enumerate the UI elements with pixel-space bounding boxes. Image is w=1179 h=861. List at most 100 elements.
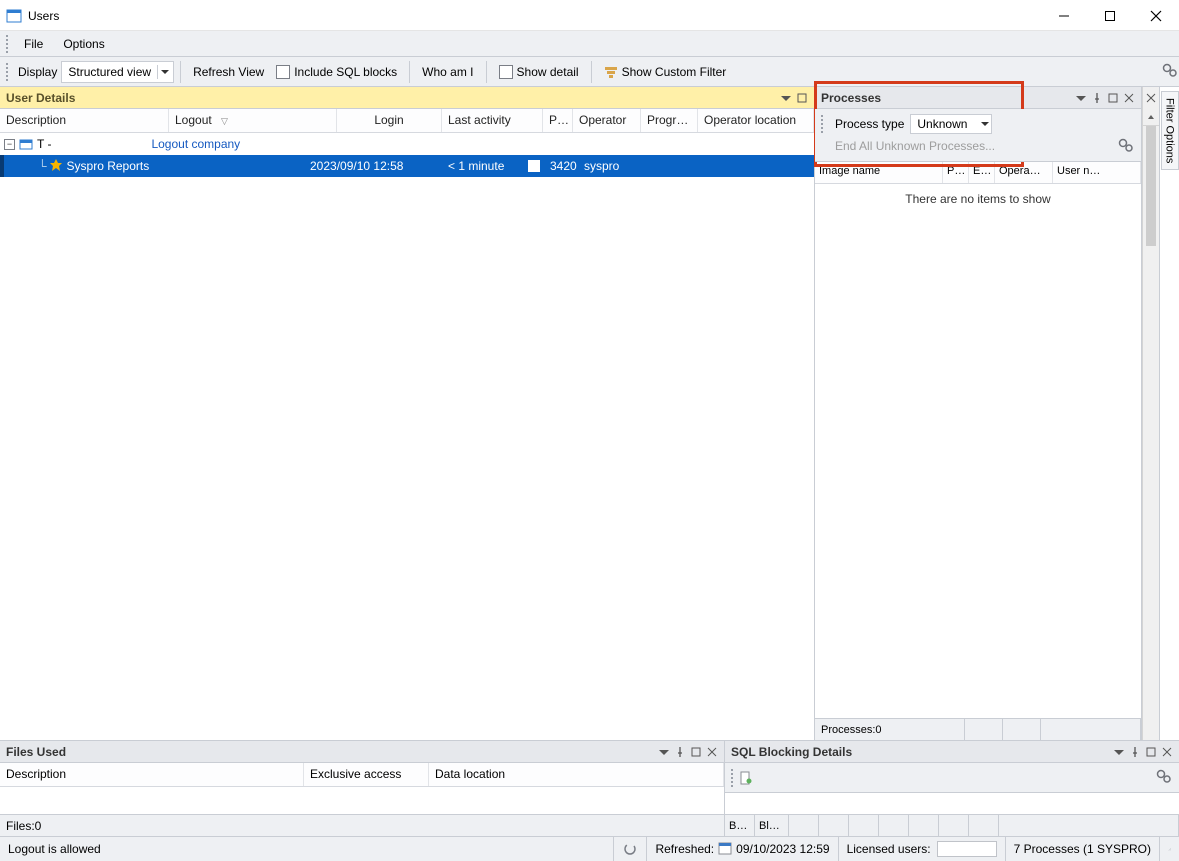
- processes-count: Processes:0: [815, 719, 965, 740]
- col-operator[interactable]: Opera…: [995, 162, 1053, 183]
- row-checkbox[interactable]: [528, 160, 540, 172]
- user-details-header: User Details: [0, 87, 814, 109]
- pin-icon[interactable]: [1089, 93, 1105, 103]
- user-details-columns: Description Logout ▽ Login Last activity…: [0, 109, 814, 133]
- panel-menu-button[interactable]: [778, 93, 794, 103]
- col-end[interactable]: End: [969, 162, 995, 183]
- scroll-up-button[interactable]: [1143, 109, 1159, 126]
- tree-branch-icon: └: [38, 159, 47, 173]
- checkbox-icon: [499, 65, 513, 79]
- col-description[interactable]: Description: [0, 109, 169, 132]
- col-description[interactable]: Description: [0, 763, 304, 786]
- col-image-name[interactable]: Image name: [815, 162, 943, 183]
- scroll-thumb[interactable]: [1146, 126, 1156, 246]
- who-am-i-button[interactable]: Who am I: [416, 62, 479, 82]
- collapse-icon[interactable]: −: [4, 139, 15, 150]
- process-type-value: Unknown: [917, 117, 967, 131]
- right-cluster: Processes Process type Unknown: [815, 87, 1179, 740]
- bottom-panels: Files Used Description Exclusive access …: [0, 741, 1179, 837]
- licensed-users-count-box: [937, 841, 997, 857]
- row-login: 2023/09/10 12:58: [310, 159, 403, 173]
- close-panel-button[interactable]: [1121, 93, 1137, 103]
- close-panel-button[interactable]: [704, 747, 720, 757]
- right-tab-strip: Filter Options: [1159, 87, 1179, 740]
- sql-blocking-header: SQL Blocking Details: [725, 741, 1179, 763]
- company-icon: [19, 137, 33, 151]
- resize-grip-icon[interactable]: [1159, 837, 1179, 861]
- col-operator[interactable]: Operator: [573, 109, 641, 132]
- menu-options[interactable]: Options: [53, 34, 114, 54]
- close-button[interactable]: [1133, 1, 1179, 31]
- col-login[interactable]: Login: [337, 109, 442, 132]
- sql-blocking-panel: SQL Blocking Details B… Bl…: [725, 741, 1179, 836]
- sql-status-bar: B… Bl…: [725, 814, 1179, 836]
- filter-icon: [604, 65, 618, 79]
- chevron-down-icon: [157, 65, 171, 79]
- window-title: Users: [28, 9, 59, 23]
- vertical-scrollbar[interactable]: [1142, 87, 1159, 740]
- end-all-processes-button[interactable]: End All Unknown Processes...: [835, 139, 995, 153]
- row-name: Syspro Reports: [67, 159, 150, 173]
- pin-icon[interactable]: [672, 747, 688, 757]
- close-panel-button[interactable]: [1159, 747, 1175, 757]
- star-icon: [49, 158, 63, 175]
- logout-company-link[interactable]: Logout company: [151, 137, 240, 151]
- col-program[interactable]: Program: [641, 109, 698, 132]
- menu-file[interactable]: File: [14, 34, 53, 54]
- col-logout[interactable]: Logout ▽: [169, 109, 337, 132]
- row-operator: syspro: [584, 159, 619, 173]
- grip-icon: [6, 63, 10, 81]
- gear-icon[interactable]: [1155, 767, 1173, 788]
- licensed-users-segment: Licensed users:: [838, 837, 1005, 861]
- spinner-icon: [613, 837, 646, 861]
- close-sidebar-button[interactable]: [1143, 87, 1159, 109]
- gear-icon[interactable]: [1161, 61, 1179, 82]
- gear-icon[interactable]: [1117, 136, 1135, 157]
- col-pid[interactable]: PID: [943, 162, 969, 183]
- processes-status-bar: Processes:0: [815, 718, 1141, 740]
- processes-segment: 7 Processes (1 SYSPRO): [1005, 837, 1159, 861]
- col-data-location[interactable]: Data location: [429, 763, 724, 786]
- processes-columns: Image name PID End Opera… User n…: [815, 162, 1141, 184]
- col-operator-location[interactable]: Operator location: [698, 109, 814, 132]
- tab-filter-options[interactable]: Filter Options: [1161, 91, 1179, 170]
- maximize-panel-button[interactable]: [1105, 93, 1121, 103]
- sql-col-b2[interactable]: Bl…: [755, 815, 789, 836]
- col-exclusive[interactable]: Exclusive access: [304, 763, 429, 786]
- show-custom-filter-button[interactable]: Show Custom Filter: [598, 62, 733, 82]
- sql-toolbar: [725, 763, 1179, 793]
- files-used-header: Files Used: [0, 741, 724, 763]
- maximize-panel-button[interactable]: [794, 93, 810, 103]
- tree-row-selected[interactable]: └ Syspro Reports 2023/09/10 12:58 < 1 mi…: [0, 155, 814, 177]
- show-custom-filter-label: Show Custom Filter: [622, 65, 727, 79]
- calendar-icon: [718, 841, 732, 858]
- panel-title: SQL Blocking Details: [731, 745, 852, 759]
- show-detail-toggle[interactable]: Show detail: [493, 62, 585, 82]
- display-dropdown[interactable]: Structured view: [61, 61, 174, 83]
- panel-title: Processes: [821, 91, 881, 105]
- checkbox-icon: [276, 65, 290, 79]
- display-label: Display: [14, 65, 61, 79]
- maximize-button[interactable]: [1087, 1, 1133, 31]
- logout-status: Logout is allowed: [0, 837, 109, 861]
- maximize-panel-button[interactable]: [1143, 747, 1159, 757]
- minimize-button[interactable]: [1041, 1, 1087, 31]
- pin-icon[interactable]: [1127, 747, 1143, 757]
- refresh-view-button[interactable]: Refresh View: [187, 62, 270, 82]
- col-last-activity[interactable]: Last activity: [442, 109, 543, 132]
- sort-icon: ▽: [221, 116, 228, 126]
- maximize-panel-button[interactable]: [688, 747, 704, 757]
- panel-menu-button[interactable]: [1111, 747, 1127, 757]
- panel-menu-button[interactable]: [1073, 93, 1089, 103]
- sql-col-b1[interactable]: B…: [725, 815, 755, 836]
- toolbar: Display Structured view Refresh View Inc…: [0, 57, 1179, 87]
- col-user-name[interactable]: User n…: [1053, 162, 1141, 183]
- process-type-dropdown[interactable]: Unknown: [910, 114, 992, 134]
- refreshed-segment: Refreshed: 09/10/2023 12:59: [646, 837, 837, 861]
- col-pid[interactable]: PID: [543, 109, 573, 132]
- titlebar: Users: [0, 1, 1179, 31]
- document-icon[interactable]: [739, 771, 753, 785]
- tree-root-row[interactable]: − T - Logout company: [0, 133, 814, 155]
- panel-menu-button[interactable]: [656, 747, 672, 757]
- include-sql-toggle[interactable]: Include SQL blocks: [270, 62, 403, 82]
